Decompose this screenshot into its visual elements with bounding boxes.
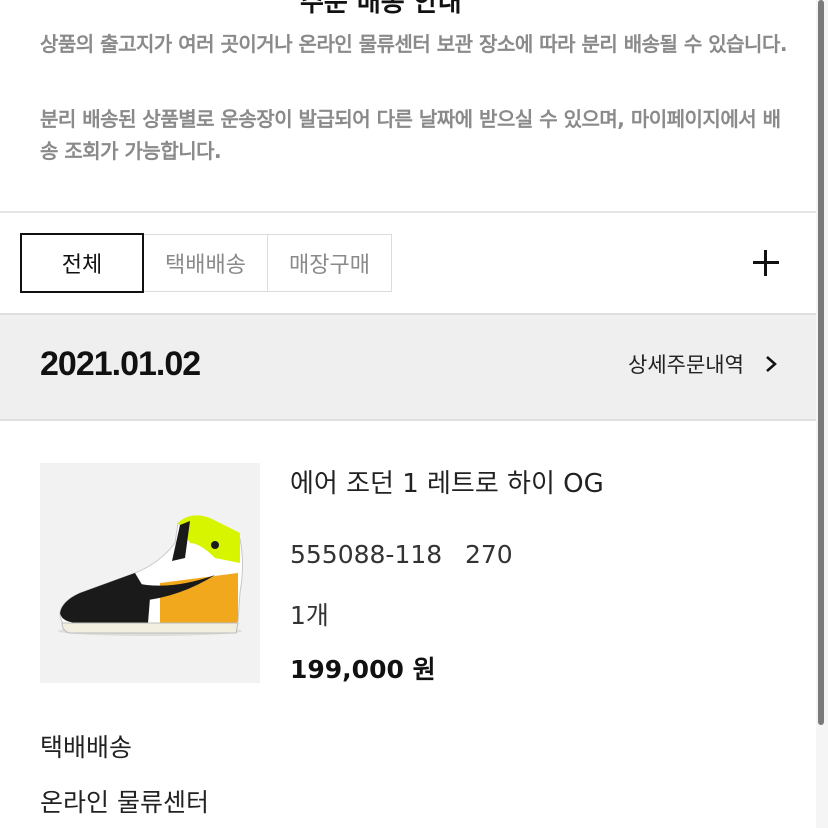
tab-store-purchase[interactable]: 매장구매 (268, 234, 392, 292)
sneaker-image[interactable] (40, 463, 260, 683)
product-size: 270 (465, 540, 513, 569)
tab-all[interactable]: 전체 (20, 233, 144, 293)
chevron-right-icon (766, 356, 777, 372)
shipping-notice: 주문 배송 안내 상품의 출고지가 여러 곳이거나 온라인 물류센터 보관 장소… (0, 0, 816, 212)
order-detail-label: 상세주문내역 (628, 353, 744, 377)
tab-delivery[interactable]: 택배배송 (144, 234, 268, 292)
product-name[interactable]: 에어 조던 1 레트로 하이 OG (290, 463, 604, 500)
plus-icon[interactable] (748, 245, 784, 281)
shipping-origin: 온라인 물류센터 (40, 788, 209, 817)
shipping-method: 택배배송 (40, 733, 133, 762)
order-detail-link[interactable]: 상세주문내역 (628, 349, 780, 379)
section-divider (0, 211, 816, 213)
product-price: 199,000 원 (290, 655, 436, 684)
filter-tabs: 전체 택배배송 매장구매 (20, 233, 392, 293)
notice-paragraph-2: 분리 배송된 상품별로 운송장이 발급되어 다른 날짜에 받으실 수 있으며, … (40, 107, 781, 163)
notice-title: 주문 배송 안내 (300, 0, 462, 18)
sneaker-illustration (58, 515, 243, 636)
scrollbar-thumb[interactable] (818, 0, 824, 725)
notice-paragraph-1: 상품의 출고지가 여러 곳이거나 온라인 물류센터 보관 장소에 따라 분리 배… (40, 32, 787, 56)
order-date: 2021.01.02 (40, 345, 201, 383)
product-quantity: 1개 (290, 601, 329, 630)
product-code: 555088-118 (290, 540, 443, 569)
order-date-bar: 2021.01.02 상세주문내역 (0, 313, 816, 421)
